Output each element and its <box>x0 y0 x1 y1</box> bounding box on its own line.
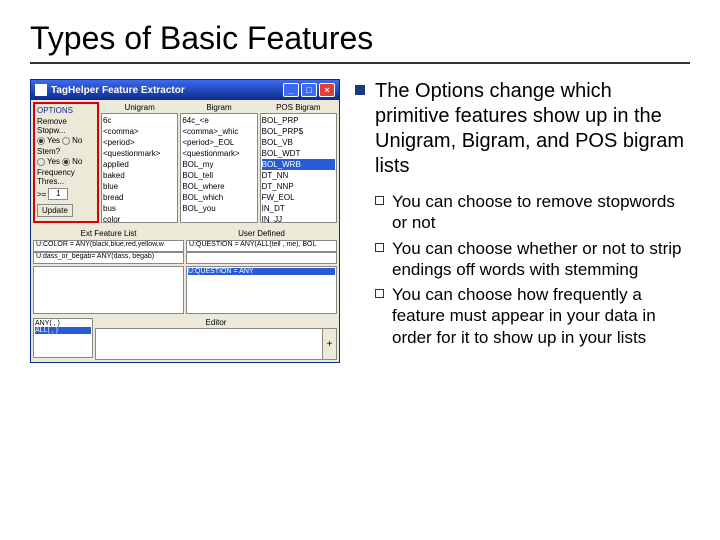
list-item[interactable]: BOL_PRP$ <box>262 126 335 137</box>
list-item[interactable]: FW_EOL <box>262 192 335 203</box>
plus-button[interactable]: + <box>322 329 336 359</box>
unigram-header: Unigram <box>101 102 178 113</box>
bigram-header: Bigram <box>180 102 257 113</box>
no-label: No <box>72 136 82 145</box>
list-item[interactable]: BOL_WDT <box>262 148 335 159</box>
list-item[interactable]: BOL_my <box>182 159 255 170</box>
sub-bullet-icon <box>375 243 384 252</box>
ext-feature-label: Ext Feature List <box>33 229 184 238</box>
stopwords-no-radio[interactable] <box>62 137 70 145</box>
main-bullet-text: The Options change which primitive featu… <box>375 79 690 179</box>
app-icon <box>35 84 47 96</box>
stem-label: Stem? <box>37 147 95 156</box>
posbigram-list[interactable]: BOL_PRPBOL_PRP$BOL_VBBOL_WDTBOL_WRBDT_NN… <box>260 113 337 223</box>
list-item[interactable]: BOL_PRP <box>262 115 335 126</box>
freq-input[interactable]: 1 <box>48 188 68 200</box>
list-item[interactable]: <period> <box>103 137 176 148</box>
ext-right-box[interactable]: U:QUESTION = ANY <box>186 266 337 314</box>
freq-op: >= <box>37 190 46 199</box>
slide-title: Types of Basic Features <box>30 20 690 64</box>
sub-bullet-icon <box>375 289 384 298</box>
freq-label: Frequency Thres... <box>37 168 95 186</box>
ext-right-item[interactable]: U:QUESTION = ANY <box>188 268 335 275</box>
list-item[interactable]: color <box>103 214 176 223</box>
sub-bullet-icon <box>375 196 384 205</box>
ext-line1: U:COLOR = ANY(black,blue,red,yellow,w <box>33 240 184 252</box>
sub-bullet-text: You can choose how frequently a feature … <box>392 284 690 348</box>
list-item[interactable]: <questionmark> <box>182 148 255 159</box>
any-all-box[interactable]: ANY( , ) ALL( , ) <box>33 318 93 358</box>
list-item[interactable]: BOL_which <box>182 192 255 203</box>
list-item[interactable]: BOL_tell <box>182 170 255 181</box>
list-item[interactable]: bus <box>103 203 176 214</box>
window-title: TagHelper Feature Extractor <box>51 85 281 96</box>
yes-label: Yes <box>47 157 60 166</box>
bigram-list[interactable]: 64c_<e<comma>_whic<period>_EOL<questionm… <box>180 113 257 223</box>
app-window: TagHelper Feature Extractor _ □ × OPTION… <box>30 79 340 363</box>
minimize-button[interactable]: _ <box>283 83 299 97</box>
list-item[interactable]: <questionmark> <box>103 148 176 159</box>
list-item[interactable]: applied <box>103 159 176 170</box>
list-item[interactable]: 64c_<e <box>182 115 255 126</box>
stem-yes-radio[interactable] <box>37 158 45 166</box>
options-panel: OPTIONS Remove Stopw... Yes No Stem? Yes… <box>33 102 99 223</box>
list-item[interactable]: <comma> <box>103 126 176 137</box>
list-item[interactable]: BOL_where <box>182 181 255 192</box>
user-defined-label: User Defined <box>186 229 337 238</box>
sub-bullet-text: You can choose whether or not to strip e… <box>392 238 690 281</box>
list-item[interactable]: bread <box>103 192 176 203</box>
any-item[interactable]: ANY( , ) <box>35 320 91 327</box>
yes-label: Yes <box>47 136 60 145</box>
options-label: OPTIONS <box>37 106 95 115</box>
close-button[interactable]: × <box>319 83 335 97</box>
list-item[interactable]: DT_NN <box>262 170 335 181</box>
ext-right1: U:QUESTION = ANY(ALL(tell , me), BOL <box>186 240 337 252</box>
editor-box[interactable]: + <box>95 328 337 360</box>
ext-left-box[interactable] <box>33 266 184 314</box>
list-item[interactable]: <comma>_whic <box>182 126 255 137</box>
list-item[interactable]: baked <box>103 170 176 181</box>
list-item[interactable]: 6c <box>103 115 176 126</box>
no-label: No <box>72 157 82 166</box>
bullet-icon <box>355 85 365 95</box>
ext-right-blank <box>186 252 337 264</box>
posbigram-header: POS Bigram <box>260 102 337 113</box>
list-item[interactable]: DT_NNP <box>262 181 335 192</box>
ext-line2: U:dass_or_begab= ANY(dass, begab) <box>33 252 184 264</box>
remove-stopwords-label: Remove Stopw... <box>37 117 95 135</box>
list-item[interactable]: IN_JJ <box>262 214 335 223</box>
all-item[interactable]: ALL( , ) <box>35 327 91 334</box>
list-item[interactable]: BOL_WRB <box>262 159 335 170</box>
unigram-list[interactable]: 6c<comma><period><questionmark>appliedba… <box>101 113 178 223</box>
list-item[interactable]: <period>_EOL <box>182 137 255 148</box>
sub-bullet-text: You can choose to remove stopwords or no… <box>392 191 690 234</box>
maximize-button[interactable]: □ <box>301 83 317 97</box>
stopwords-yes-radio[interactable] <box>37 137 45 145</box>
list-item[interactable]: IN_DT <box>262 203 335 214</box>
list-item[interactable]: BOL_VB <box>262 137 335 148</box>
titlebar: TagHelper Feature Extractor _ □ × <box>31 80 339 100</box>
stem-no-radio[interactable] <box>62 158 70 166</box>
list-item[interactable]: blue <box>103 181 176 192</box>
editor-label: Editor <box>95 318 337 327</box>
update-button[interactable]: Update <box>37 204 73 217</box>
list-item[interactable]: BOL_you <box>182 203 255 214</box>
